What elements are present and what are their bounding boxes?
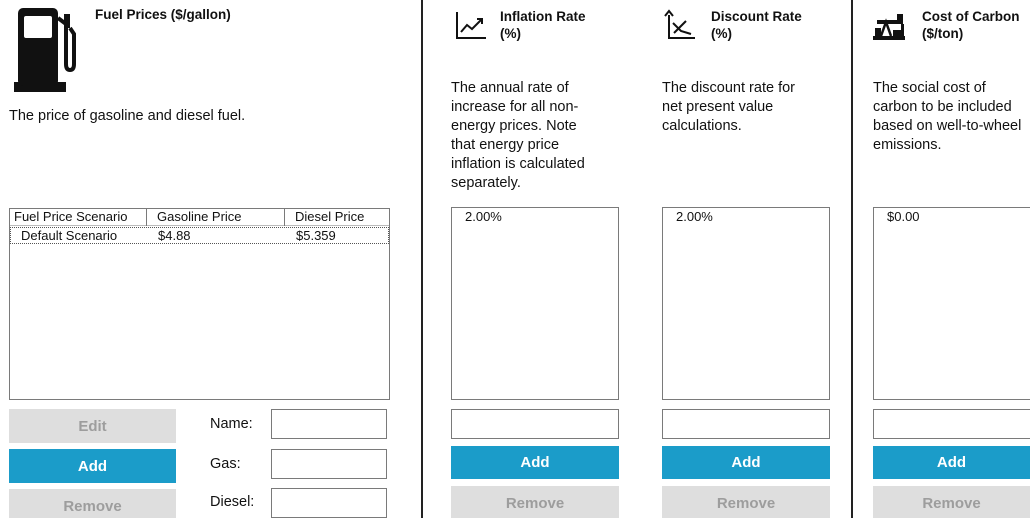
panel-divider [421, 0, 423, 518]
fuel-prices-description: The price of gasoline and diesel fuel. [9, 108, 246, 124]
column-header-gasoline[interactable]: Gasoline Price [147, 209, 285, 226]
remove-carbon-button[interactable]: Remove [873, 486, 1030, 518]
fuel-table-header: Fuel Price Scenario Gasoline Price Diese… [10, 209, 389, 226]
desc-line: energy prices. Note [451, 118, 577, 134]
cell-scenario: Default Scenario [21, 228, 118, 243]
remove-fuel-button[interactable]: Remove [9, 489, 176, 518]
list-item[interactable]: 2.00% [676, 209, 713, 224]
list-item[interactable]: $0.00 [887, 209, 920, 224]
chart-trend-up-icon [455, 10, 487, 40]
remove-discount-button[interactable]: Remove [662, 486, 830, 518]
add-discount-button[interactable]: Add [662, 446, 830, 479]
carbon-title-line1: Cost of Carbon [922, 9, 1020, 24]
column-header-diesel[interactable]: Diesel Price [285, 209, 389, 226]
oil-pump-icon [873, 10, 909, 40]
fuel-prices-title: Fuel Prices ($/gallon) [95, 7, 231, 22]
inflation-rate-list[interactable] [451, 207, 619, 400]
desc-line: calculations. [662, 118, 742, 134]
desc-line: The discount rate for [662, 80, 795, 96]
inflation-title-line2: (%) [500, 26, 521, 41]
cell-diesel-price: $5.359 [296, 228, 336, 243]
diesel-label: Diesel: [210, 494, 255, 510]
name-label: Name: [210, 416, 253, 432]
carbon-description: The social cost of carbon to be included… [873, 79, 1030, 155]
edit-button[interactable]: Edit [9, 409, 176, 443]
desc-line: that energy price [451, 137, 560, 153]
cell-gasoline-price: $4.88 [158, 228, 191, 243]
carbon-title-line2: ($/ton) [922, 26, 964, 41]
desc-line: increase for all non- [451, 99, 579, 115]
panel-divider [851, 0, 853, 518]
chart-trend-down-icon [664, 9, 696, 40]
desc-line: net present value [662, 99, 774, 115]
table-row[interactable]: Default Scenario $4.88 $5.359 [10, 227, 389, 244]
desc-line: emissions. [873, 137, 942, 153]
list-item[interactable]: 2.00% [465, 209, 502, 224]
discount-input[interactable] [662, 409, 830, 439]
desc-line: based on well-to-wheel [873, 118, 1022, 134]
inflation-rate-title: Inflation Rate (%) [500, 8, 586, 42]
fuel-pump-icon [12, 4, 76, 92]
add-fuel-button[interactable]: Add [9, 449, 176, 483]
desc-line: inflation is calculated [451, 156, 585, 172]
carbon-cost-list[interactable] [873, 207, 1030, 400]
gas-label: Gas: [210, 456, 241, 472]
name-field[interactable] [271, 409, 387, 439]
desc-line: The annual rate of [451, 80, 569, 96]
column-header-scenario[interactable]: Fuel Price Scenario [10, 209, 147, 226]
add-carbon-button[interactable]: Add [873, 446, 1030, 479]
add-inflation-button[interactable]: Add [451, 446, 619, 479]
discount-title-line2: (%) [711, 26, 732, 41]
inflation-title-line1: Inflation Rate [500, 9, 586, 24]
inflation-description: The annual rate of increase for all non-… [451, 79, 585, 193]
remove-inflation-button[interactable]: Remove [451, 486, 619, 518]
desc-line: separately. [451, 175, 521, 191]
discount-rate-list[interactable] [662, 207, 830, 400]
desc-line: carbon to be included [873, 99, 1012, 115]
discount-description: The discount rate for net present value … [662, 79, 795, 136]
diesel-field[interactable] [271, 488, 387, 518]
desc-line: The social cost of [873, 80, 986, 96]
cost-of-carbon-title: Cost of Carbon ($/ton) [922, 8, 1020, 42]
discount-title-line1: Discount Rate [711, 9, 802, 24]
inflation-input[interactable] [451, 409, 619, 439]
carbon-input[interactable] [873, 409, 1030, 439]
gas-field[interactable] [271, 449, 387, 479]
discount-rate-title: Discount Rate (%) [711, 8, 802, 42]
